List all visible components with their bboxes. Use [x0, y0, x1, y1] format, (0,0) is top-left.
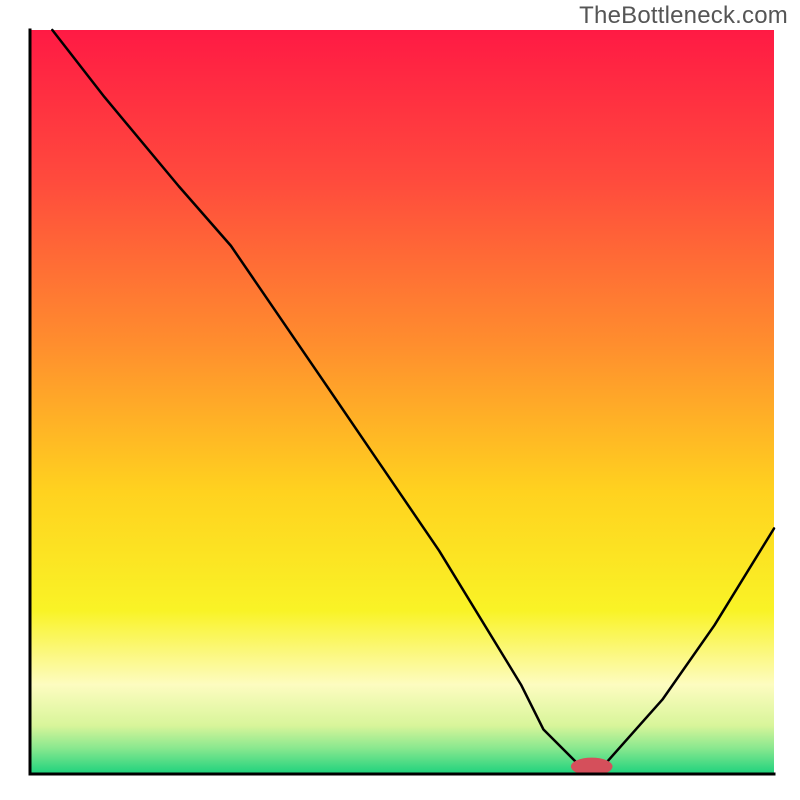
- watermark-text: TheBottleneck.com: [579, 2, 788, 30]
- chart-container: { "watermark": "TheBottleneck.com", "cha…: [0, 0, 800, 800]
- bottleneck-chart: [0, 0, 800, 800]
